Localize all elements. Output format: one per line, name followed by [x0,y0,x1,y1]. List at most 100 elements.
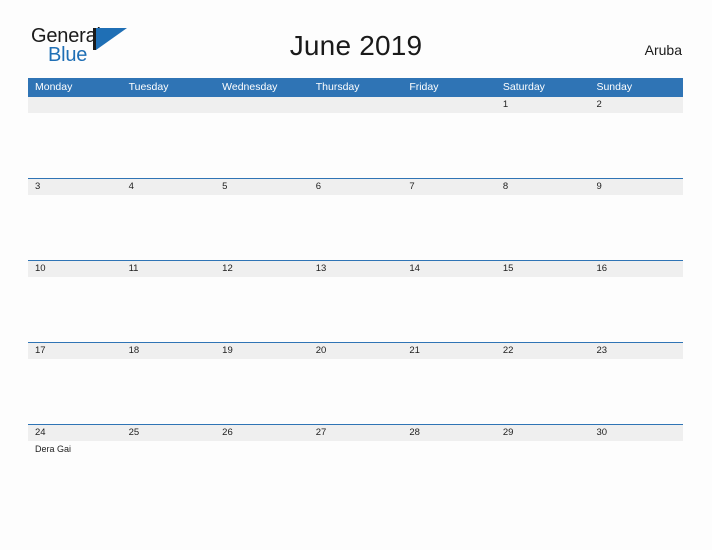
week-event-band [28,277,683,342]
day-number-empty [122,97,216,113]
day-number-29[interactable]: 29 [496,425,590,441]
day-cell-10[interactable] [28,277,122,342]
day-number-12[interactable]: 12 [215,261,309,277]
day-number-empty [309,97,403,113]
day-cell-26[interactable] [215,441,309,506]
day-number-15[interactable]: 15 [496,261,590,277]
day-cell-12[interactable] [215,277,309,342]
day-cell-13[interactable] [309,277,403,342]
day-number-2[interactable]: 2 [589,97,683,113]
day-cell-18[interactable] [122,359,216,424]
day-number-9[interactable]: 9 [589,179,683,195]
day-number-empty [28,97,122,113]
day-cell-empty [309,113,403,178]
day-number-11[interactable]: 11 [122,261,216,277]
weekday-header-row: Monday Tuesday Wednesday Thursday Friday Satu… [28,78,683,97]
weekday-header-friday: Friday [409,81,439,93]
day-number-27[interactable]: 27 [309,425,403,441]
day-cell-1[interactable] [496,113,590,178]
day-number-26[interactable]: 26 [215,425,309,441]
day-cell-empty [402,113,496,178]
day-cell-3[interactable] [28,195,122,260]
day-cell-22[interactable] [496,359,590,424]
weekday-header-monday: Monday [35,81,73,93]
day-cell-21[interactable] [402,359,496,424]
day-cell-7[interactable] [402,195,496,260]
day-cell-30[interactable] [589,441,683,506]
calendar-page: General Blue June 2019 Aruba Monday Tuesd… [0,0,712,550]
day-cell-11[interactable] [122,277,216,342]
day-number-7[interactable]: 7 [402,179,496,195]
day-cell-14[interactable] [402,277,496,342]
day-number-empty [402,97,496,113]
day-cell-empty [215,113,309,178]
day-number-3[interactable]: 3 [28,179,122,195]
day-number-18[interactable]: 18 [122,343,216,359]
day-number-14[interactable]: 14 [402,261,496,277]
weekday-header-saturday: Saturday [502,81,545,93]
day-number-8[interactable]: 8 [496,179,590,195]
calendar-week-row: 3456789 [28,178,683,260]
day-cell-empty [122,113,216,178]
week-date-band: 10 11 12 13 14 15 16 [28,261,683,277]
week-event-band [28,195,683,260]
calendar-grid: Monday Tuesday Wednesday Thursday Friday Satu… [28,78,683,506]
day-cell-17[interactable] [28,359,122,424]
week-date-band: 12 [28,97,683,113]
week-event-band [28,359,683,424]
day-cell-29[interactable] [496,441,590,506]
day-number-6[interactable]: 6 [309,179,403,195]
weekday-header-tuesday: Tuesday [128,81,169,93]
calendar-week-row: 17 18 19 20 21 22 23 [28,342,683,424]
day-cell-5[interactable] [215,195,309,260]
day-cell-27[interactable] [309,441,403,506]
day-cell-28[interactable] [402,441,496,506]
day-cell-20[interactable] [309,359,403,424]
day-number-16[interactable]: 16 [589,261,683,277]
day-number-21[interactable]: 21 [402,343,496,359]
weekday-header-thursday: Thursday [315,81,360,93]
week-date-band: 17 18 19 20 21 22 23 [28,343,683,359]
weekday-header-sunday: Sunday [596,81,633,93]
day-number-22[interactable]: 22 [496,343,590,359]
day-number-25[interactable]: 25 [122,425,216,441]
calendar-week-row: 24 25 26 27 28 29 30 Dera Gai [28,424,683,506]
day-number-4[interactable]: 4 [122,179,216,195]
day-cell-8[interactable] [496,195,590,260]
weekday-header-wednesday: Wednesday [222,81,278,93]
day-number-23[interactable]: 23 [589,343,683,359]
day-cell-23[interactable] [589,359,683,424]
day-cell-6[interactable] [309,195,403,260]
week-date-band: 24 25 26 27 28 29 30 [28,425,683,441]
day-number-1[interactable]: 1 [496,97,590,113]
calendar-week-row: 10 11 12 13 14 15 16 [28,260,683,342]
day-number-20[interactable]: 20 [309,343,403,359]
day-number-13[interactable]: 13 [309,261,403,277]
day-cell-2[interactable] [589,113,683,178]
day-cell-25[interactable] [122,441,216,506]
event-label: Dera Gai [35,444,72,454]
locale-label: Aruba [644,42,682,58]
day-cell-4[interactable] [122,195,216,260]
page-title: June 2019 [289,30,423,61]
week-event-band: Dera Gai [28,441,683,506]
page-header: General Blue June 2019 Aruba [0,0,712,65]
day-cell-24[interactable]: Dera Gai [28,441,122,506]
day-cell-9[interactable] [589,195,683,260]
day-number-19[interactable]: 19 [215,343,309,359]
week-event-band [28,113,683,178]
day-number-17[interactable]: 17 [28,343,122,359]
calendar-weeks: 1 2 3 4 5 6 7 8 9 10 11 12 13 14 15 16 17 18 19 20 21 22 23 24 2… [28,97,683,506]
day-number-5[interactable]: 5 [215,179,309,195]
day-number-10[interactable]: 10 [28,261,122,277]
day-number-30[interactable]: 30 [589,425,683,441]
week-date-band: 3456789 [28,179,683,195]
day-number-28[interactable]: 28 [402,425,496,441]
day-cell-15[interactable] [496,277,590,342]
day-cell-empty [28,113,122,178]
day-cell-16[interactable] [589,277,683,342]
day-number-empty [215,97,309,113]
day-cell-19[interactable] [215,359,309,424]
day-number-24[interactable]: 24 [28,425,122,441]
calendar-week-row: 12 [28,97,683,178]
